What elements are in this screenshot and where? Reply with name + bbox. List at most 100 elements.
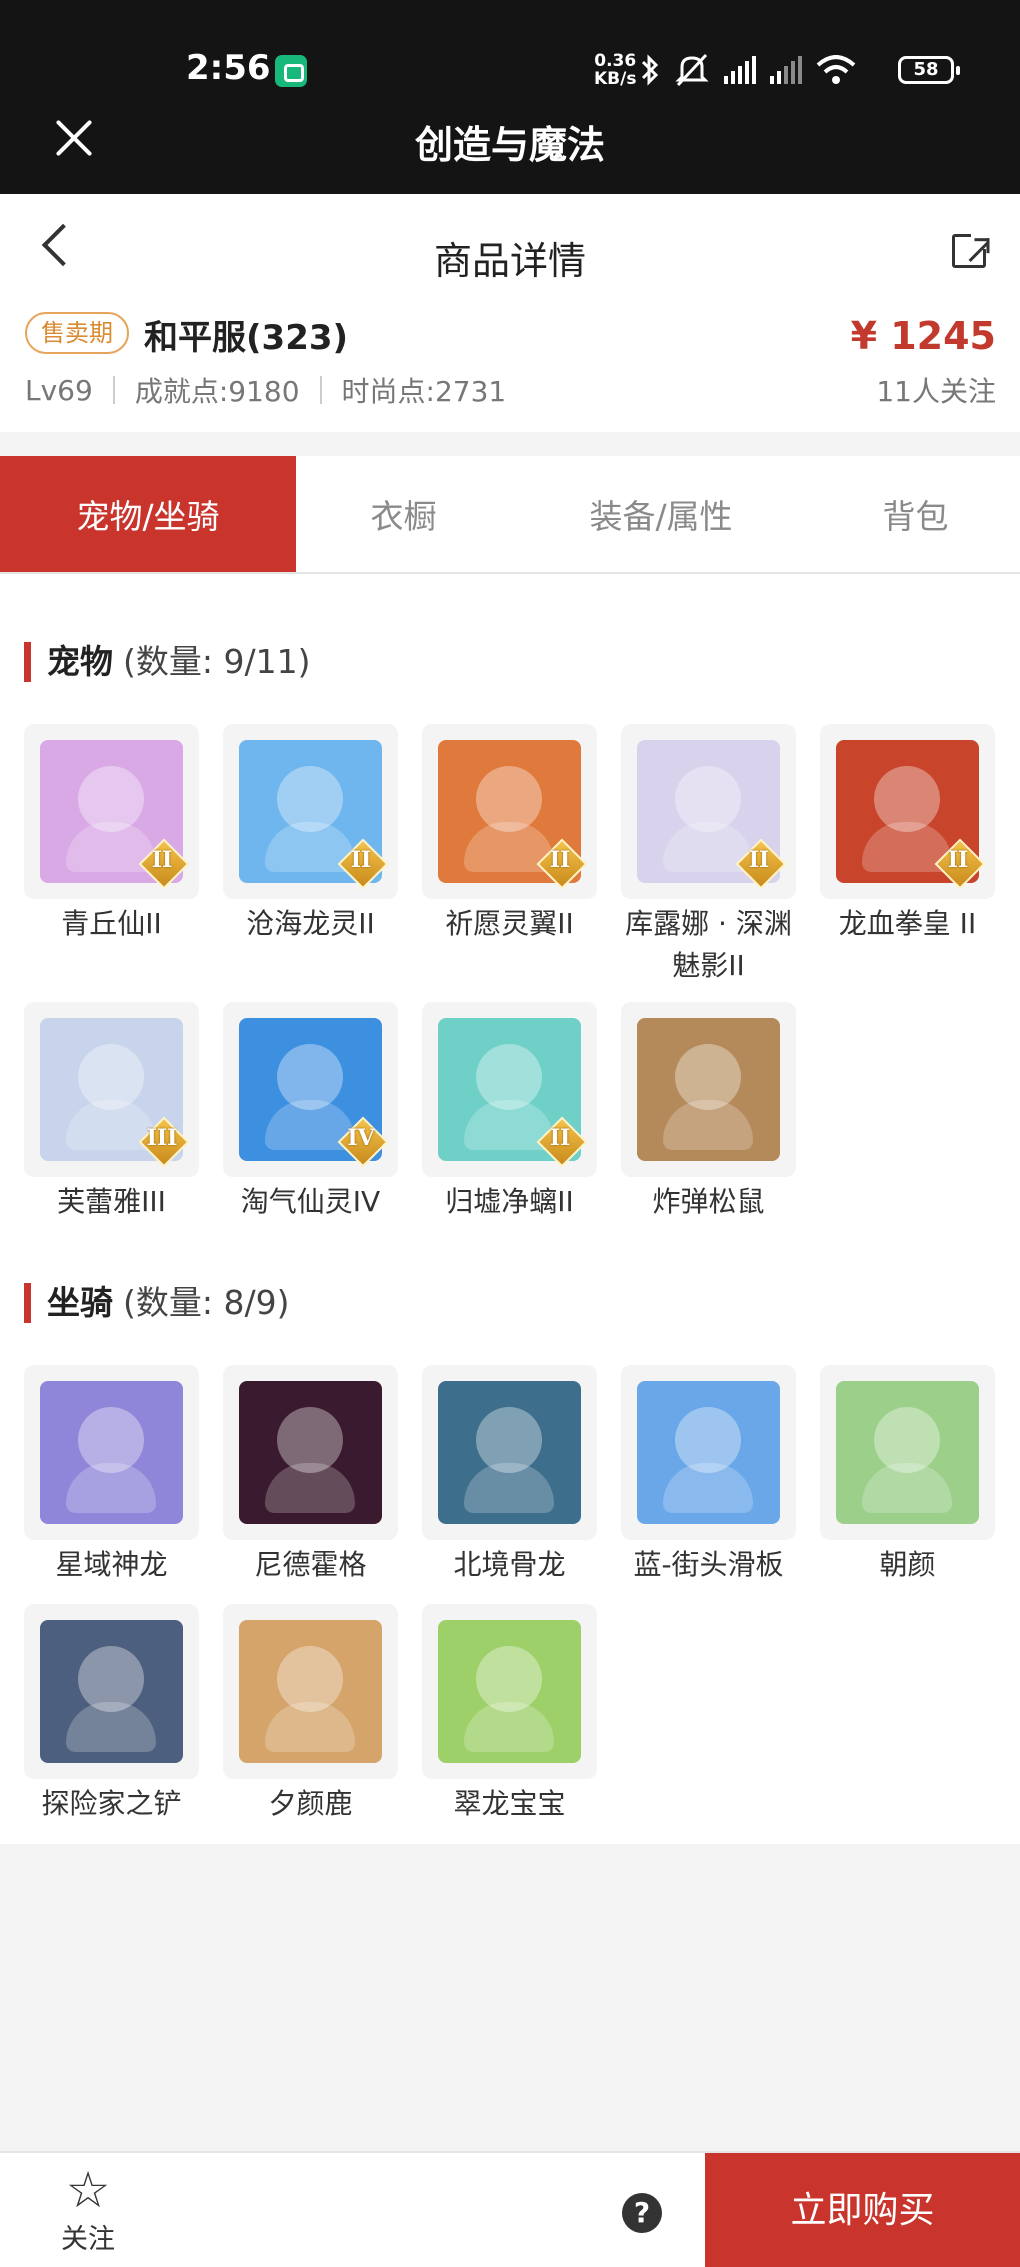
app-header: 创造与魔法 bbox=[0, 112, 1020, 194]
pet-name: 祈愿灵翼II bbox=[445, 907, 574, 940]
divider bbox=[112, 376, 115, 404]
achievement-stat: 成就点:9180 bbox=[134, 375, 300, 408]
pets-heading: 宠物 bbox=[47, 642, 113, 681]
product-name: 和平服(323) bbox=[144, 318, 349, 358]
status-icons bbox=[640, 50, 856, 90]
pets-mounts-panel: 宠物 (数量: 9/11) II 青丘仙II II 沧海龙灵II II 祈愿灵翼II II 库露… bbox=[0, 574, 1020, 1844]
mount-image bbox=[438, 1381, 581, 1524]
pets-section-title: 宠物 (数量: 9/11) bbox=[24, 642, 310, 682]
bottom-action-bar: ☆ 关注 ? 立即购买 bbox=[0, 2151, 1020, 2267]
status-time: 2:56 bbox=[186, 48, 271, 88]
mount-thumbnail bbox=[820, 1365, 995, 1540]
rank-badge-icon: IV bbox=[338, 1117, 384, 1163]
mount-card[interactable]: 北境骨龙 bbox=[422, 1365, 597, 1586]
pet-card[interactable]: II 龙血拳皇 II bbox=[820, 724, 995, 945]
sale-status-badge: 售卖期 bbox=[25, 312, 129, 354]
mount-image bbox=[239, 1381, 382, 1524]
mount-image bbox=[40, 1620, 183, 1763]
app-title: 创造与魔法 bbox=[414, 123, 605, 167]
pet-card[interactable]: 炸弹松鼠 bbox=[621, 1002, 796, 1223]
mount-card[interactable]: 朝颜 bbox=[820, 1365, 995, 1586]
rank-badge-icon: II bbox=[537, 1117, 583, 1163]
follower-count: 11人关注 bbox=[876, 375, 996, 408]
mount-name: 朝颜 bbox=[879, 1548, 936, 1581]
pet-thumbnail: II bbox=[820, 724, 995, 899]
wifi-icon bbox=[816, 55, 856, 84]
rank-badge-icon: II bbox=[338, 839, 384, 885]
mount-thumbnail bbox=[24, 1365, 199, 1540]
tab-wardrobe[interactable]: 衣橱 bbox=[296, 456, 511, 572]
mount-card[interactable]: 尼德霍格 bbox=[223, 1365, 398, 1586]
pet-thumbnail: II bbox=[422, 724, 597, 899]
product-price: ¥ 1245 bbox=[850, 314, 996, 358]
mounts-section-title: 坐骑 (数量: 8/9) bbox=[24, 1283, 289, 1323]
follow-button[interactable]: ☆ 关注 bbox=[40, 2163, 136, 2263]
pet-card[interactable]: II 归墟净螭II bbox=[422, 1002, 597, 1223]
level-stat: Lv69 bbox=[25, 373, 93, 407]
pet-name: 沧海龙灵II bbox=[246, 907, 375, 940]
mute-icon bbox=[675, 53, 709, 87]
mount-name: 翠龙宝宝 bbox=[453, 1787, 566, 1820]
rank-badge-icon: II bbox=[537, 839, 583, 885]
buy-now-button[interactable]: 立即购买 bbox=[705, 2153, 1020, 2267]
rank-badge-icon: II bbox=[736, 839, 782, 885]
pet-card[interactable]: IV 淘气仙灵IV bbox=[223, 1002, 398, 1223]
pet-thumbnail: II bbox=[422, 1002, 597, 1177]
mount-name: 探险家之铲 bbox=[41, 1787, 182, 1820]
pet-name: 归墟净螭II bbox=[445, 1185, 574, 1218]
share-icon[interactable] bbox=[952, 231, 990, 268]
mount-name: 北境骨龙 bbox=[453, 1548, 566, 1581]
page-title: 商品详情 bbox=[433, 239, 586, 283]
mount-name: 夕颜鹿 bbox=[268, 1787, 353, 1820]
mount-image bbox=[239, 1620, 382, 1763]
mount-card[interactable]: 夕颜鹿 bbox=[223, 1604, 398, 1825]
mount-card[interactable]: 蓝-街头滑板 bbox=[621, 1365, 796, 1586]
pet-card[interactable]: II 青丘仙II bbox=[24, 724, 199, 945]
tab-backpack[interactable]: 背包 bbox=[811, 456, 1020, 572]
product-stats: Lv69 成就点:9180 时尚点:2731 bbox=[25, 370, 506, 410]
rank-badge-icon: II bbox=[935, 839, 981, 885]
rank-badge-icon: III bbox=[139, 1117, 185, 1163]
battery-icon: 58 bbox=[898, 56, 960, 84]
mounts-heading: 坐骑 bbox=[47, 1283, 113, 1322]
pet-name: 淘气仙灵IV bbox=[240, 1185, 381, 1218]
rank-badge-icon: II bbox=[139, 839, 185, 885]
pet-thumbnail: II bbox=[621, 724, 796, 899]
mount-card[interactable]: 探险家之铲 bbox=[24, 1604, 199, 1825]
mount-image bbox=[836, 1381, 979, 1524]
pet-thumbnail: III bbox=[24, 1002, 199, 1177]
tab-equipment[interactable]: 装备/属性 bbox=[511, 456, 811, 572]
signal-2-icon bbox=[770, 56, 802, 84]
pet-thumbnail bbox=[621, 1002, 796, 1177]
mount-thumbnail bbox=[223, 1604, 398, 1779]
mount-name: 尼德霍格 bbox=[254, 1548, 367, 1581]
pet-card[interactable]: II 库露娜 · 深渊魅影II bbox=[621, 724, 796, 987]
mount-name: 蓝-街头滑板 bbox=[633, 1548, 784, 1581]
pet-thumbnail: II bbox=[223, 724, 398, 899]
signal-1-icon bbox=[724, 56, 756, 84]
fashion-stat: 时尚点:2731 bbox=[341, 375, 507, 408]
pet-card[interactable]: II 祈愿灵翼II bbox=[422, 724, 597, 945]
product-header: 商品详情 售卖期 和平服(323) ¥ 1245 Lv69 成就点:9180 时… bbox=[0, 194, 1020, 432]
pet-card[interactable]: II 沧海龙灵II bbox=[223, 724, 398, 945]
mount-thumbnail bbox=[621, 1365, 796, 1540]
network-speed: 0.36 KB/s bbox=[594, 52, 636, 88]
pet-name: 库露娜 · 深渊魅影II bbox=[625, 907, 792, 982]
pet-name: 炸弹松鼠 bbox=[652, 1185, 765, 1218]
pet-card[interactable]: III 芙蕾雅III bbox=[24, 1002, 199, 1223]
mount-thumbnail bbox=[422, 1604, 597, 1779]
pet-image bbox=[637, 1018, 780, 1161]
network-speed-unit: KB/s bbox=[594, 69, 637, 89]
mount-name: 星域神龙 bbox=[55, 1548, 168, 1581]
divider bbox=[319, 376, 322, 404]
help-icon[interactable]: ? bbox=[622, 2193, 662, 2233]
pet-name: 龙血拳皇 II bbox=[838, 907, 977, 940]
mount-image bbox=[40, 1381, 183, 1524]
pet-thumbnail: II bbox=[24, 724, 199, 899]
mount-card[interactable]: 翠龙宝宝 bbox=[422, 1604, 597, 1825]
mount-image bbox=[637, 1381, 780, 1524]
mount-card[interactable]: 星域神龙 bbox=[24, 1365, 199, 1586]
pet-name: 青丘仙II bbox=[61, 907, 162, 940]
status-bar: 2:56 0.36 KB/s 58 bbox=[0, 0, 1020, 112]
tab-pets-mounts[interactable]: 宠物/坐骑 bbox=[0, 456, 296, 572]
